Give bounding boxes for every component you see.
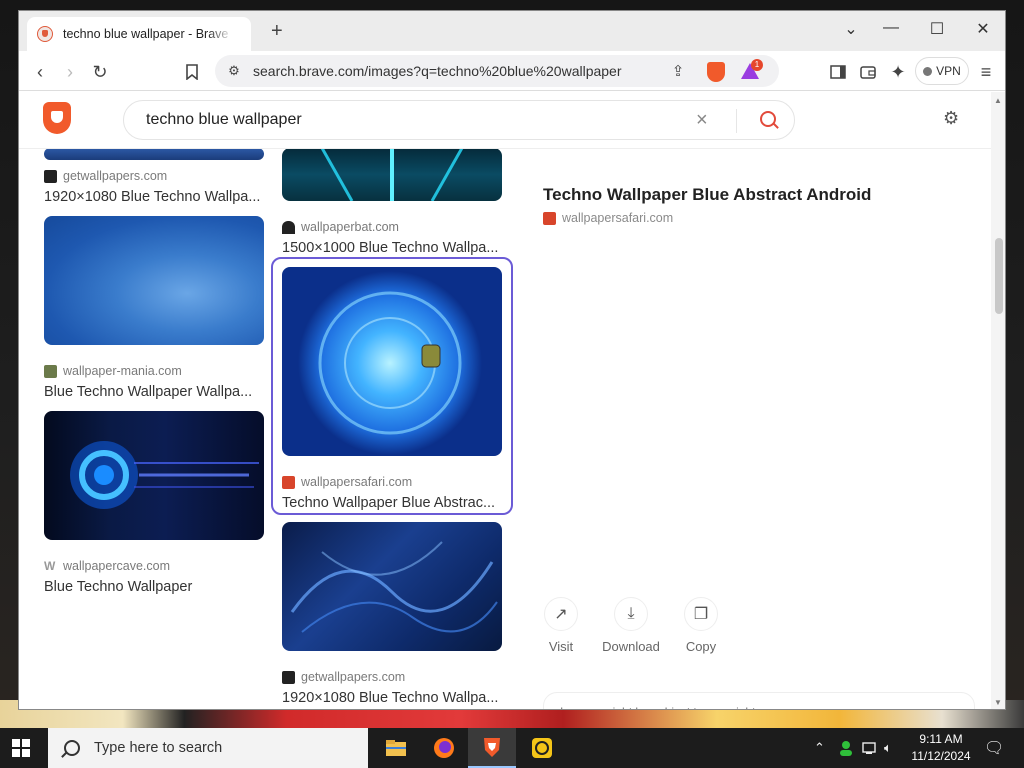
brave-logo-icon[interactable] (43, 102, 71, 134)
result-image-partial[interactable] (44, 148, 264, 160)
vpn-label: VPN (936, 64, 961, 78)
visit-label: Visit (548, 639, 574, 654)
navigation-toolbar: ‹ › ↻ ⚙ search.brave.com/images?q=techno… (19, 51, 1005, 91)
scroll-up-icon[interactable]: ▲ (994, 96, 1002, 105)
tab-strip: techno blue wallpaper - Brave + ⌄ — ☐ ✕ (19, 11, 1005, 51)
download-icon: ⤓ (614, 597, 648, 631)
taskbar-search-placeholder: Type here to search (94, 740, 223, 756)
address-bar[interactable]: ⚙ search.brave.com/images?q=techno%20blu… (215, 55, 779, 87)
brave-search-favicon-icon (37, 26, 53, 42)
brave-browser-icon[interactable] (468, 728, 516, 768)
glowing-ring-graphic (70, 441, 259, 509)
image-icon (44, 169, 57, 183)
notification-center-icon[interactable]: 🗨︎ (984, 728, 1004, 768)
brave-shields-icon[interactable] (707, 62, 725, 82)
wallpaperbat-icon (282, 220, 295, 234)
minimize-icon[interactable]: — (871, 19, 911, 37)
reload-icon[interactable]: ↻ (89, 61, 111, 83)
site-settings-icon[interactable]: ⚙ (223, 60, 245, 82)
neon-tunnel-graphic (320, 148, 464, 201)
scrollbar-thumb[interactable] (995, 238, 1003, 314)
result-image[interactable] (44, 216, 264, 345)
detail-title: Techno Wallpaper Blue Abstract Android (543, 185, 872, 204)
windows-taskbar: Type here to search ⌃ 🔈︎ 9:11 AM 11/12/2… (0, 728, 1024, 768)
back-arrow-icon[interactable]: ‹ (29, 61, 51, 83)
wallpapercave-icon: W (44, 558, 57, 573)
blue-orb-graphic (298, 271, 482, 455)
bookmark-icon[interactable] (181, 61, 203, 83)
pinned-app-icon[interactable] (518, 728, 566, 768)
result-caption[interactable]: 1920×1080 Blue Techno Wallpa... (282, 690, 498, 706)
tab-search-chevron-icon[interactable]: ⌄ (831, 19, 871, 39)
download-label: Download (602, 639, 660, 654)
clock-date: 11/12/2024 (911, 749, 971, 763)
blue-swirl-graphic (290, 541, 498, 633)
browser-window: techno blue wallpaper - Brave + ⌄ — ☐ ✕ … (18, 10, 1006, 710)
detail-source[interactable]: wallpapersafari.com (543, 211, 673, 225)
result-source[interactable]: getwallpapers.com (44, 169, 167, 183)
settings-gear-icon[interactable]: ⚙ (943, 108, 959, 129)
wallpapersafari-icon (282, 475, 295, 489)
result-caption[interactable]: 1920×1080 Blue Techno Wallpa... (44, 189, 260, 205)
taskbar-search-box[interactable]: Type here to search (48, 728, 368, 768)
share-icon[interactable]: ⇪ (667, 60, 689, 82)
result-source[interactable]: getwallpapers.com (282, 670, 405, 684)
result-source[interactable]: W wallpapercave.com (44, 559, 170, 573)
network-icon[interactable] (862, 728, 878, 768)
menu-hamburger-icon[interactable]: ≡ (975, 61, 997, 83)
search-submit-icon[interactable] (760, 111, 776, 127)
copyright-notice: Images might be subject to copyright. (543, 692, 975, 709)
search-icon (64, 740, 80, 756)
copy-icon: ❐ (684, 597, 718, 631)
clear-search-icon[interactable]: × (696, 109, 708, 132)
taskbar-clock[interactable]: 9:11 AM 11/12/2024 (906, 731, 976, 765)
clock-time: 9:11 AM (919, 732, 963, 746)
visit-button[interactable]: ↗ Visit (531, 597, 591, 654)
result-source[interactable]: wallpapersafari.com (282, 475, 412, 489)
result-image-selected[interactable] (282, 267, 502, 456)
result-image[interactable] (282, 522, 502, 651)
new-tab-plus-icon[interactable]: + (271, 20, 283, 43)
search-input[interactable] (146, 109, 666, 131)
search-box: × (123, 100, 795, 140)
url-text: search.brave.com/images?q=techno%20blue%… (253, 63, 622, 79)
search-divider (736, 109, 737, 133)
user-account-icon[interactable] (838, 728, 854, 768)
result-image[interactable] (44, 411, 264, 540)
active-tab[interactable]: techno blue wallpaper - Brave (27, 17, 251, 51)
vpn-button[interactable]: VPN (915, 57, 969, 85)
result-caption[interactable]: Techno Wallpaper Blue Abstrac... (282, 495, 495, 511)
volume-icon[interactable]: 🔈︎ (884, 728, 892, 768)
tab-title: techno blue wallpaper - Brave (63, 27, 229, 41)
result-source[interactable]: wallpaper-mania.com (44, 364, 182, 378)
show-hidden-icons-chevron-icon[interactable]: ⌃ (814, 728, 825, 768)
file-explorer-icon[interactable] (372, 728, 420, 768)
search-results-page: × ⚙ getwallpapers.com 1920×1080 Blue Tec… (19, 92, 991, 709)
page-scrollbar[interactable]: ▲ ▼ (991, 92, 1005, 709)
forward-arrow-icon[interactable]: › (59, 61, 81, 83)
result-caption[interactable]: Blue Techno Wallpaper (44, 579, 192, 595)
windows-start-icon[interactable] (12, 739, 30, 757)
wallpapersafari-icon (543, 211, 556, 225)
scroll-down-icon[interactable]: ▼ (994, 698, 1002, 707)
result-caption[interactable]: Blue Techno Wallpaper Wallpa... (44, 384, 252, 400)
copy-button[interactable]: ❐ Copy (671, 597, 731, 654)
sidebar-toggle-icon[interactable] (827, 61, 849, 83)
leo-ai-icon[interactable]: ✦ (887, 61, 909, 83)
wallet-icon[interactable] (857, 61, 879, 83)
maximize-icon[interactable]: ☐ (917, 19, 957, 39)
rewards-badge: 1 (751, 59, 763, 71)
wallpaper-mania-icon (44, 364, 57, 378)
close-window-icon[interactable]: ✕ (963, 19, 1003, 39)
copy-label: Copy (685, 639, 717, 654)
vpn-status-icon (923, 66, 933, 76)
external-link-icon: ↗ (544, 597, 578, 631)
image-icon (282, 670, 295, 684)
search-header: × ⚙ (19, 92, 991, 149)
result-image-partial[interactable] (282, 148, 502, 201)
download-button[interactable]: ⤓ Download (601, 597, 661, 654)
result-source[interactable]: wallpaperbat.com (282, 220, 399, 234)
firefox-icon[interactable] (420, 728, 468, 768)
result-caption[interactable]: 1500×1000 Blue Techno Wallpa... (282, 240, 498, 256)
